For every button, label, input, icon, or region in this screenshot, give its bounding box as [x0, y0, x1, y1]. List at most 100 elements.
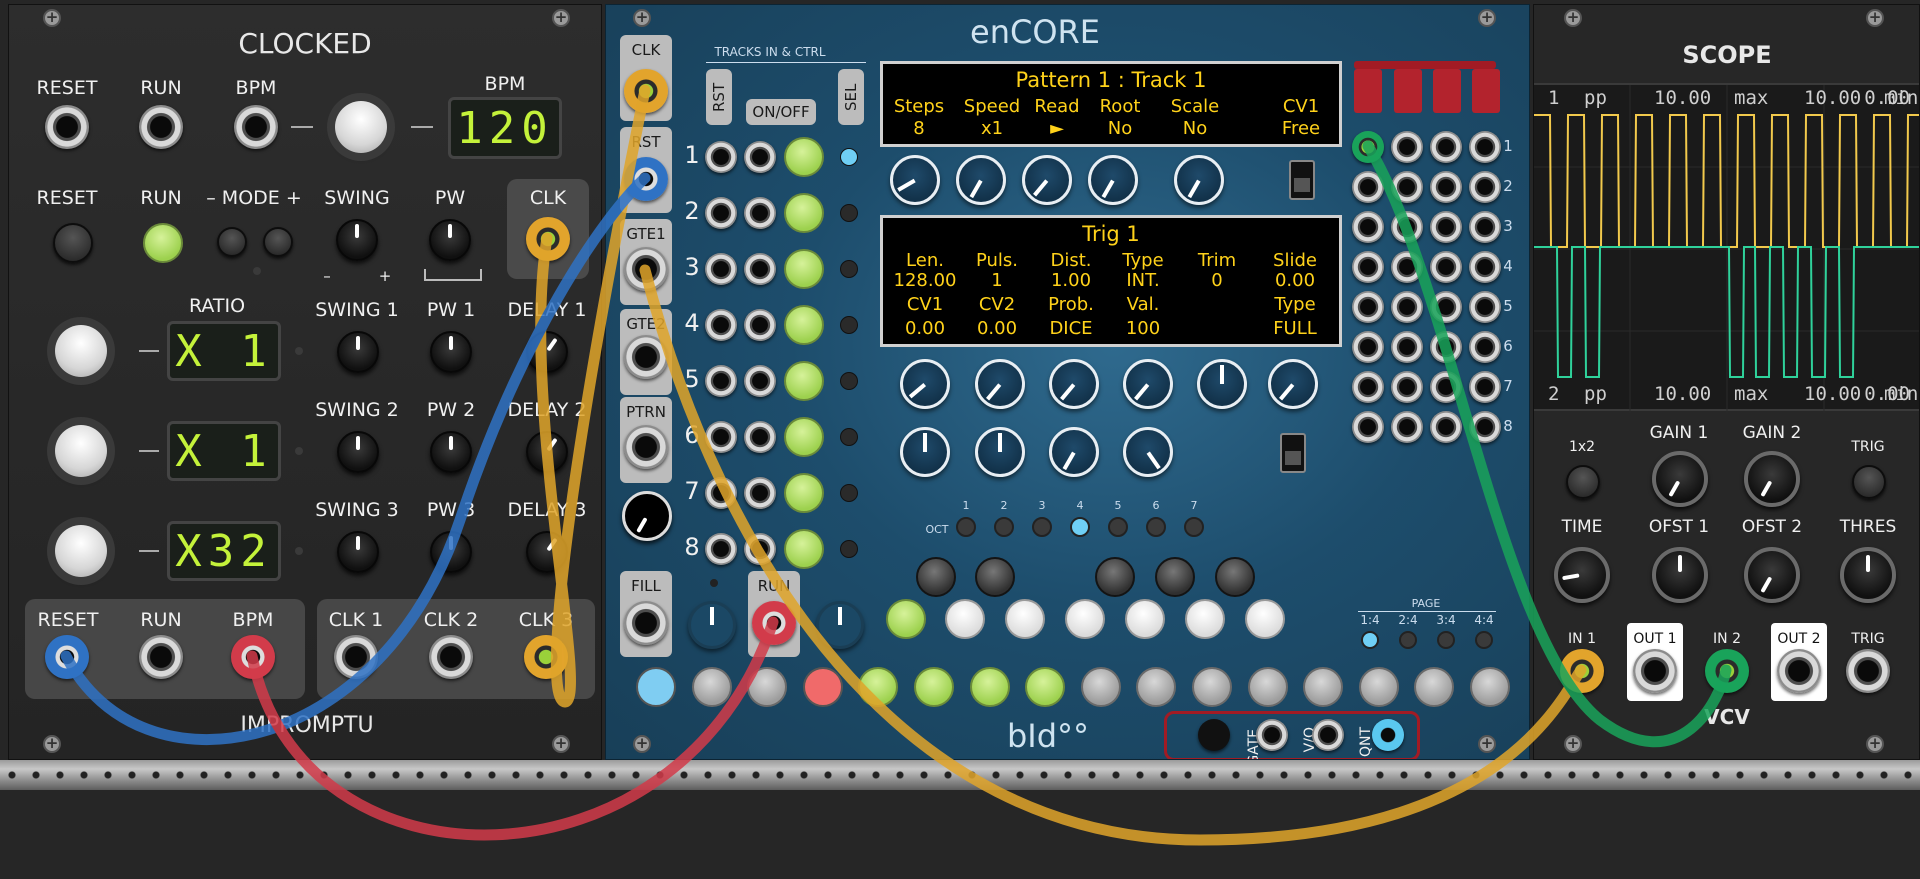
clk-input-jack[interactable]	[624, 69, 668, 113]
track-output-jack[interactable]	[1391, 331, 1423, 363]
track-onoff-jack[interactable]	[744, 197, 776, 229]
step-button-14[interactable]	[1358, 667, 1399, 707]
octave-button[interactable]	[956, 517, 976, 537]
gte2-input-jack[interactable]	[624, 335, 668, 379]
track-onoff-button[interactable]	[784, 193, 824, 233]
track-output-jack[interactable]	[1430, 171, 1462, 203]
thres-knob[interactable]	[1840, 547, 1896, 603]
track-output-jack[interactable]	[1469, 291, 1501, 323]
len-knob[interactable]	[900, 359, 950, 409]
bpm-output-jack[interactable]	[231, 635, 275, 679]
reset-button[interactable]	[53, 223, 93, 263]
track-onoff-jack[interactable]	[744, 309, 776, 341]
gte1-input-jack[interactable]	[624, 247, 668, 291]
track-output-jack[interactable]	[1430, 291, 1462, 323]
key-white-1[interactable]	[886, 599, 926, 639]
key-white-7[interactable]	[1245, 599, 1285, 639]
step-button-7[interactable]	[969, 667, 1010, 707]
in1-jack[interactable]	[1560, 649, 1604, 693]
vo-output-jack[interactable]	[1312, 719, 1344, 751]
track-output-jack[interactable]	[1430, 131, 1462, 163]
key-white-5[interactable]	[1125, 599, 1165, 639]
track-onoff-jack[interactable]	[744, 253, 776, 285]
track-onoff-jack[interactable]	[744, 477, 776, 509]
step-button-13[interactable]	[1303, 667, 1344, 707]
dist-knob[interactable]	[1049, 359, 1099, 409]
page-button[interactable]	[1475, 631, 1493, 649]
step-button-10[interactable]	[1136, 667, 1177, 707]
key-black-2[interactable]	[975, 557, 1015, 597]
octave-button[interactable]	[1184, 517, 1204, 537]
mode-minus-button[interactable]	[217, 227, 247, 257]
track-rst-jack[interactable]	[705, 197, 737, 229]
ratio-knob-1[interactable]	[55, 325, 107, 377]
track-rst-jack[interactable]	[705, 141, 737, 173]
page-button[interactable]	[1361, 631, 1379, 649]
step-button-6[interactable]	[914, 667, 954, 707]
track-rst-jack[interactable]	[705, 365, 737, 397]
track-output-jack[interactable]	[1430, 331, 1462, 363]
pw-3-knob[interactable]	[430, 531, 472, 573]
reset-output-jack[interactable]	[1198, 719, 1230, 751]
val-knob[interactable]	[1123, 427, 1173, 477]
ofst1-knob[interactable]	[1652, 547, 1708, 603]
swing-1-knob[interactable]	[337, 331, 379, 373]
mode-plus-button[interactable]	[263, 227, 293, 257]
fill-input-jack[interactable]	[624, 601, 668, 645]
key-black-3[interactable]	[1095, 557, 1135, 597]
key-white-4[interactable]	[1065, 599, 1105, 639]
bpm-knob[interactable]	[335, 101, 387, 153]
reset-output-jack[interactable]	[45, 635, 89, 679]
key-black-1[interactable]	[916, 557, 956, 597]
read-knob[interactable]	[1022, 155, 1072, 205]
gain2-knob[interactable]	[1744, 451, 1800, 507]
track-output-jack[interactable]	[1469, 131, 1501, 163]
clk-output-jack[interactable]	[526, 217, 570, 261]
track-output-jack[interactable]	[1352, 411, 1384, 443]
track-output-jack[interactable]	[1352, 371, 1384, 403]
track-onoff-button[interactable]	[784, 305, 824, 345]
step-button-9[interactable]	[1080, 667, 1121, 707]
track-rst-jack[interactable]	[705, 253, 737, 285]
page-button[interactable]	[1437, 631, 1455, 649]
out2-jack[interactable]	[1777, 649, 1821, 693]
track-output-jack[interactable]	[1352, 211, 1384, 243]
out1-jack[interactable]	[1633, 649, 1677, 693]
track-output-jack[interactable]	[1469, 331, 1501, 363]
ptrn-input-jack[interactable]	[624, 425, 668, 469]
bpm-input-jack[interactable]	[234, 105, 278, 149]
track-rst-jack[interactable]	[705, 533, 737, 565]
qnt-output-jack[interactable]	[1372, 719, 1404, 751]
run-output-jack[interactable]	[139, 635, 183, 679]
clk3-output-jack[interactable]	[524, 635, 568, 679]
track-output-jack[interactable]	[1352, 131, 1384, 163]
page-button[interactable]	[1399, 631, 1417, 649]
trim-knob[interactable]	[1197, 359, 1247, 409]
track-select-led[interactable]	[840, 540, 858, 558]
track-output-jack[interactable]	[1469, 171, 1501, 203]
ofst2-knob[interactable]	[1744, 547, 1800, 603]
track-output-jack[interactable]	[1391, 131, 1423, 163]
puls-knob[interactable]	[975, 359, 1025, 409]
octave-button[interactable]	[994, 517, 1014, 537]
track-output-jack[interactable]	[1391, 411, 1423, 443]
pw-1-knob[interactable]	[430, 331, 472, 373]
step-button-1[interactable]	[636, 667, 676, 707]
track-select-led[interactable]	[840, 260, 858, 278]
rst-input-jack[interactable]	[624, 157, 668, 201]
octave-button[interactable]	[1146, 517, 1166, 537]
track-output-jack[interactable]	[1391, 211, 1423, 243]
step-button-3[interactable]	[747, 667, 788, 707]
track-rst-jack[interactable]	[705, 309, 737, 341]
track-onoff-jack[interactable]	[744, 141, 776, 173]
time-knob[interactable]	[1554, 547, 1610, 603]
key-black-4[interactable]	[1155, 557, 1195, 597]
gate-output-jack[interactable]	[1256, 719, 1288, 751]
ratio-knob-2[interactable]	[55, 425, 107, 477]
track-onoff-jack[interactable]	[744, 533, 776, 565]
track-output-jack[interactable]	[1430, 371, 1462, 403]
swing-2-knob[interactable]	[337, 431, 379, 473]
in2-jack[interactable]	[1705, 649, 1749, 693]
pw-knob[interactable]	[429, 219, 471, 261]
trig-button[interactable]	[1852, 465, 1886, 499]
